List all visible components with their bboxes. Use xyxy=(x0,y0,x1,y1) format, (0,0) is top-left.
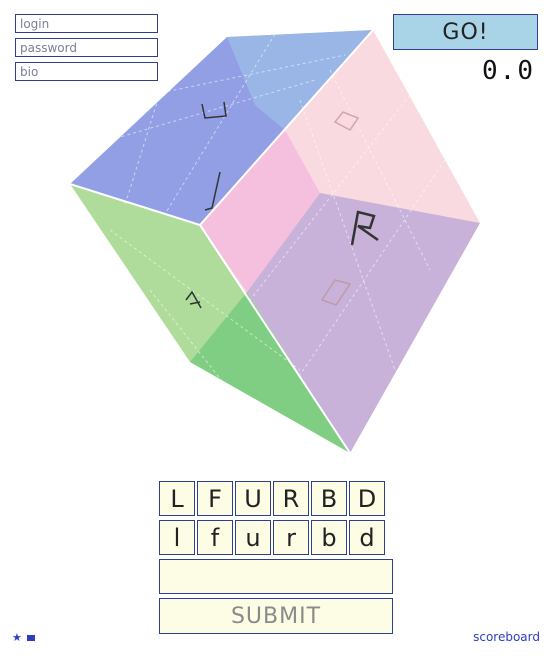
submit-button[interactable]: SUBMIT xyxy=(159,598,393,634)
key-l[interactable]: l xyxy=(159,520,195,555)
key-R[interactable]: R xyxy=(273,481,309,516)
key-u[interactable]: u xyxy=(235,520,271,555)
answer-input[interactable] xyxy=(159,559,393,594)
key-b[interactable]: b xyxy=(311,520,347,555)
keypad-lower-row: l f u r b d xyxy=(159,520,385,555)
star-icon[interactable]: ★ xyxy=(12,631,22,644)
scoreboard-link[interactable]: scoreboard xyxy=(473,630,540,644)
keypad-upper-row: L F U R B D xyxy=(159,481,385,516)
key-L[interactable]: L xyxy=(159,481,195,516)
key-U[interactable]: U xyxy=(235,481,271,516)
square-icon[interactable] xyxy=(27,635,35,641)
key-F[interactable]: F xyxy=(197,481,233,516)
key-r[interactable]: r xyxy=(273,520,309,555)
key-d[interactable]: d xyxy=(349,520,385,555)
key-B[interactable]: B xyxy=(311,481,347,516)
rubiks-cube[interactable] xyxy=(0,0,552,470)
key-D[interactable]: D xyxy=(349,481,385,516)
key-f[interactable]: f xyxy=(197,520,233,555)
